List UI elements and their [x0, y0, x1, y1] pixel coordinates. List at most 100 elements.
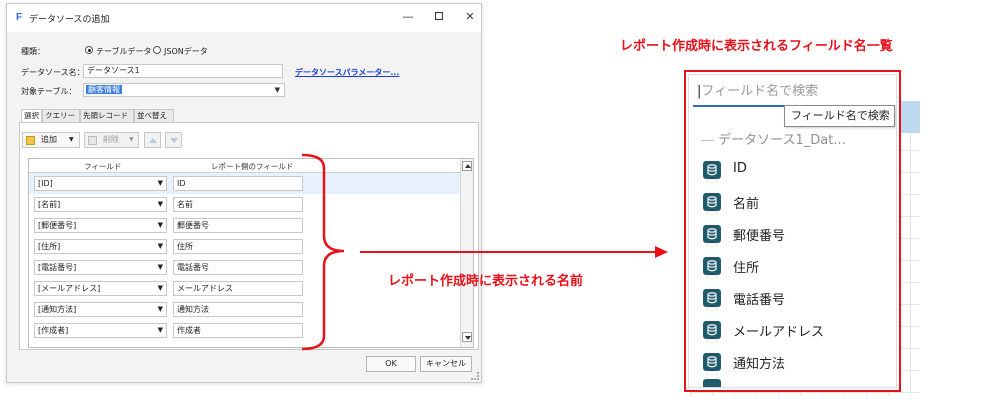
ok-button[interactable]: OK	[366, 356, 416, 372]
field-search-input[interactable]: |フィールド名で検索	[693, 79, 893, 107]
arrow-down-icon	[169, 138, 178, 143]
chevron-down-icon: ▼	[274, 86, 280, 94]
target-table-select[interactable]: 顧客情報 ▼	[83, 83, 285, 97]
delete-icon	[88, 136, 97, 145]
target-table-value: 顧客情報	[86, 85, 122, 94]
field-select[interactable]: [名前] ▼	[34, 197, 167, 212]
field-search-placeholder: フィールド名で検索	[701, 84, 819, 99]
radio-json-data-label[interactable]: JSONデータ	[164, 46, 208, 57]
database-icon	[703, 353, 721, 371]
report-designer-area: |フィールド名で検索 フィールド名で検索 — データソース1_Dat... ID…	[670, 66, 920, 396]
target-table-label: 対象テーブル：	[21, 87, 77, 96]
title-bar: F データソースの追加 — ✕	[7, 4, 481, 32]
minimize-button[interactable]: —	[400, 10, 416, 24]
database-icon	[703, 289, 721, 307]
search-tooltip: フィールド名で検索	[784, 105, 895, 127]
scroll-down-icon[interactable]	[462, 332, 472, 342]
tab-sort[interactable]: 並べ替え	[134, 109, 174, 123]
datasource-name-label: データソース名：	[21, 68, 85, 77]
tab-top-records[interactable]: 先頭レコード	[80, 109, 134, 123]
chevron-down-icon: ▼	[157, 221, 163, 229]
radio-table-data-label[interactable]: テーブルデータ	[96, 46, 152, 57]
close-button[interactable]: ✕	[462, 10, 478, 24]
field-list-panel: |フィールド名で検索 フィールド名で検索 — データソース1_Dat... ID…	[688, 74, 897, 388]
chevron-down-icon: ▼	[157, 179, 163, 187]
grid-header: フィールド レポート側のフィールド	[29, 159, 473, 173]
field-select[interactable]: [住所] ▼	[34, 239, 167, 254]
field-select[interactable]: [郵便番号] ▼	[34, 218, 167, 233]
move-down-button[interactable]	[165, 132, 182, 148]
cancel-button[interactable]: キャンセル	[420, 356, 472, 372]
chevron-down-icon: ▼	[157, 284, 163, 292]
add-datasource-dialog: F データソースの追加 — ✕ 種類： テーブルデータ JSONデータ データソ…	[6, 3, 482, 383]
table-row[interactable]: [作成者] ▼ 作成者	[29, 320, 461, 341]
database-icon	[703, 161, 721, 179]
add-button-label: 追加	[41, 135, 57, 144]
field-list-item-label: メールアドレス	[733, 325, 825, 340]
report-field-input[interactable]: 作成者	[173, 323, 303, 338]
table-row[interactable]: [通知方法] ▼ 通知方法	[29, 299, 461, 320]
table-row[interactable]: [郵便番号] ▼ 郵便番号	[29, 215, 461, 236]
chevron-down-icon: ▼	[157, 200, 163, 208]
radio-json-data[interactable]	[153, 46, 161, 54]
field-select[interactable]: [メールアドレス] ▼	[34, 281, 167, 296]
chevron-down-icon: ▼	[157, 326, 163, 334]
add-icon	[26, 136, 35, 145]
chevron-down-icon: ▼	[157, 305, 163, 313]
chevron-down-icon: ▼	[157, 242, 163, 250]
tab-query[interactable]: クエリー	[42, 109, 80, 123]
datasource-parameter-link[interactable]: データソースパラメーター...	[295, 67, 399, 78]
app-logo-icon: F	[16, 12, 23, 23]
chevron-down-icon: ▼	[157, 263, 163, 271]
datasource-name-input[interactable]: データソース1	[83, 64, 283, 78]
field-list-highlight: |フィールド名で検索 フィールド名で検索 — データソース1_Dat... ID…	[684, 70, 901, 392]
arrow-up-icon	[148, 138, 157, 143]
database-icon	[703, 193, 721, 211]
maximize-icon	[435, 12, 443, 20]
maximize-button[interactable]	[431, 10, 447, 24]
annotation-field-list: レポート作成時に表示されるフィールド名一覧	[620, 39, 893, 54]
chevron-down-icon: ▼	[69, 136, 74, 143]
annotation-report-name: レポート作成時に表示される名前	[388, 274, 584, 289]
resize-grip-icon[interactable]	[471, 372, 479, 380]
datasource-group-label: データソース1_Dat...	[718, 133, 846, 148]
table-row[interactable]: [名前] ▼ 名前	[29, 194, 461, 215]
field-list-item-label: 電話番号	[733, 293, 786, 308]
field-select[interactable]: [ID] ▼	[34, 176, 167, 191]
delete-button[interactable]: 削除 ▼	[84, 132, 139, 148]
report-field-input[interactable]: ID	[173, 176, 303, 191]
report-field-input[interactable]: 住所	[173, 239, 303, 254]
tree-line-icon: —	[701, 133, 714, 148]
database-icon	[703, 379, 721, 387]
screenshot-stage: F データソースの追加 — ✕ 種類： テーブルデータ JSONデータ データソ…	[0, 0, 1000, 403]
chevron-down-icon: ▼	[129, 136, 134, 143]
table-row[interactable]: [ID] ▼ ID	[29, 173, 461, 194]
report-field-input[interactable]: 電話番号	[173, 260, 303, 275]
field-select[interactable]: [通知方法] ▼	[34, 302, 167, 317]
field-list-item-label: ID	[733, 161, 747, 176]
kind-label: 種類：	[21, 47, 45, 56]
dialog-title: データソースの追加	[29, 15, 110, 25]
report-field-input[interactable]: メールアドレス	[173, 281, 303, 296]
datasource-group[interactable]: — データソース1_Dat...	[701, 129, 846, 148]
field-select[interactable]: [電話番号] ▼	[34, 260, 167, 275]
field-select[interactable]: [作成者] ▼	[34, 323, 167, 338]
add-button[interactable]: 追加 ▼	[22, 132, 80, 148]
annotation-arrow	[360, 246, 668, 258]
report-field-input[interactable]: 郵便番号	[173, 218, 303, 233]
field-list-item-label: 名前	[733, 197, 760, 212]
database-icon	[703, 321, 721, 339]
database-icon	[703, 225, 721, 243]
move-up-button[interactable]	[144, 132, 161, 148]
report-field-input[interactable]: 通知方法	[173, 302, 303, 317]
field-list-item-label: 通知方法	[733, 357, 786, 372]
report-field-input[interactable]: 名前	[173, 197, 303, 212]
delete-button-label: 削除	[103, 135, 119, 144]
scroll-up-icon[interactable]	[462, 161, 472, 171]
column-header-report-field: レポート側のフィールド	[211, 162, 294, 171]
column-header-field: フィールド	[84, 162, 122, 171]
field-list-item-label: 郵便番号	[733, 229, 786, 244]
field-list-item-label: 住所	[733, 261, 760, 276]
database-icon	[703, 257, 721, 275]
radio-table-data[interactable]	[85, 46, 93, 54]
